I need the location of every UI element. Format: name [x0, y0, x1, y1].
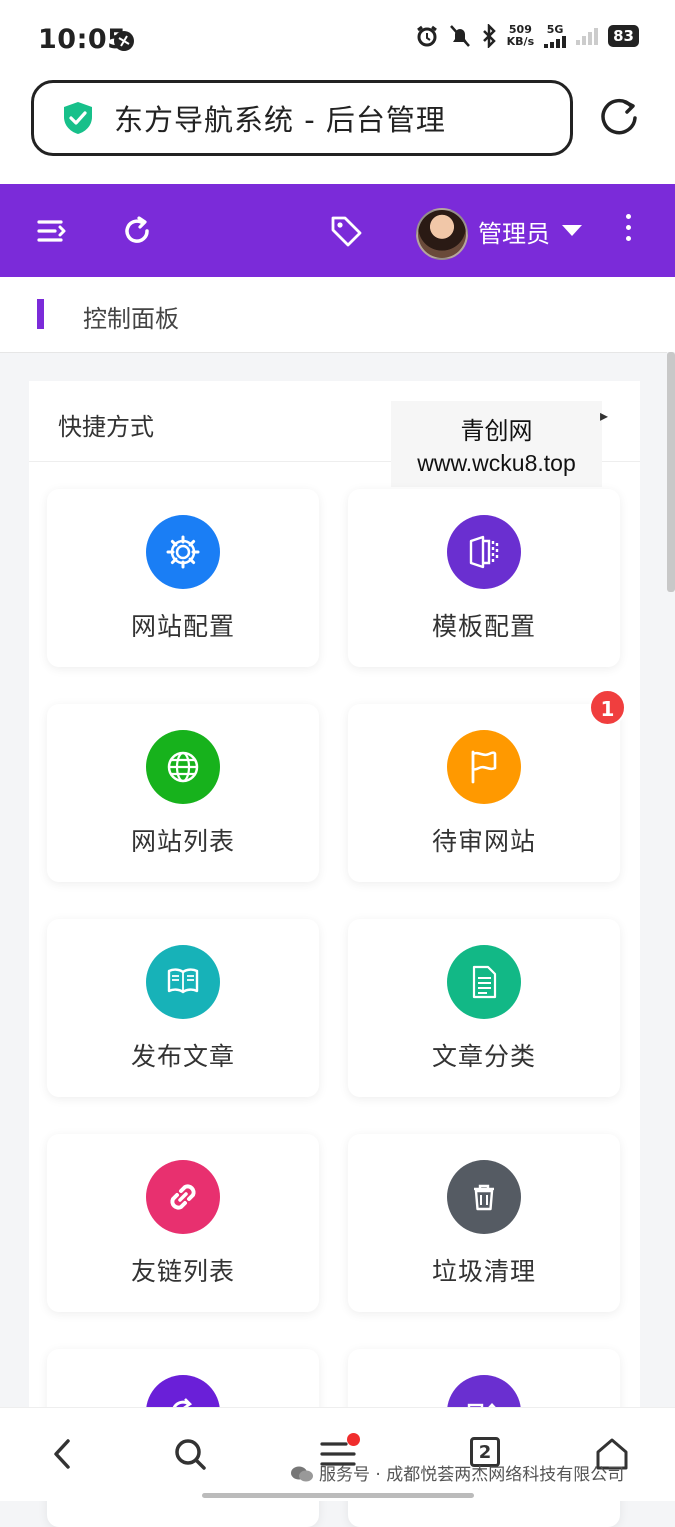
shortcut-label: 模板配置: [431, 612, 536, 641]
status-right: 509 KB/s 5G 83: [415, 24, 639, 48]
chevron-down-icon[interactable]: [562, 225, 582, 236]
refresh-icon[interactable]: [120, 214, 154, 248]
breadcrumb-marker: [37, 299, 44, 329]
document-icon: [447, 945, 521, 1019]
mute-bell-icon: [449, 25, 470, 47]
shortcut-pending-sites[interactable]: 待审网站: [348, 704, 620, 882]
globe-icon: [146, 730, 220, 804]
wechat-icon: [291, 1466, 313, 1482]
shortcut-label: 文章分类: [431, 1042, 536, 1071]
secure-shield-icon: [64, 102, 92, 134]
shortcut-label: 垃圾清理: [431, 1257, 536, 1286]
shortcut-website-list[interactable]: 网站列表: [47, 704, 319, 882]
footer-credit: 服务号 · 成都悦荟两杰网络科技有限公司: [290, 1460, 624, 1485]
battery-indicator: 83: [608, 25, 639, 47]
menu-toggle-icon[interactable]: [36, 214, 70, 248]
shortcut-label: 友链列表: [130, 1257, 235, 1286]
avatar[interactable]: [416, 208, 468, 260]
browser-bar: 东方导航系统 - 后台管理: [0, 80, 675, 184]
shortcut-article-category[interactable]: 文章分类: [348, 919, 620, 1097]
notification-badge: 1: [589, 689, 626, 726]
net-speed: 509 KB/s: [506, 23, 535, 48]
link-icon: [146, 1160, 220, 1234]
shortcut-template-config[interactable]: 模板配置: [348, 489, 620, 667]
shortcut-label: 发布文章: [130, 1042, 235, 1071]
bluetooth-icon: [482, 24, 496, 48]
status-bar: 10:05 509 KB/s 5G 83: [0, 0, 675, 80]
menu-notification-dot: [347, 1433, 360, 1446]
reload-icon[interactable]: [601, 98, 641, 138]
bottom-nav: [0, 1407, 675, 1501]
page-title: 东方导航系统 - 后台管理: [114, 103, 446, 137]
trash-icon: [447, 1160, 521, 1234]
shortcut-trash-cleanup[interactable]: 垃圾清理: [348, 1134, 620, 1312]
signal-5g: 5G: [544, 24, 567, 48]
shortcut-website-config[interactable]: 网站配置: [47, 489, 319, 667]
more-options-icon[interactable]: [626, 214, 634, 247]
gear-icon: [146, 515, 220, 589]
search-icon[interactable]: [172, 1436, 208, 1472]
vpn-icon: [114, 31, 134, 51]
breadcrumb-label[interactable]: 控制面板: [83, 299, 179, 334]
address-bar[interactable]: 东方导航系统 - 后台管理: [31, 80, 573, 156]
card-title: 快捷方式: [58, 413, 154, 441]
alarm-icon: [416, 25, 437, 47]
scrollbar-thumb[interactable]: [667, 352, 675, 592]
footer-credit-text: 服务号 · 成都悦荟两杰网络科技有限公司: [319, 1465, 625, 1485]
watermark-line2: www.wcku8.top: [417, 450, 576, 476]
flag-icon: [447, 730, 521, 804]
signal-icon: [576, 27, 599, 45]
tag-icon[interactable]: [329, 214, 363, 248]
admin-name[interactable]: 管理员: [478, 214, 550, 249]
home-indicator[interactable]: [202, 1493, 474, 1498]
card-tool-icon[interactable]: ▸: [600, 406, 608, 425]
watermark: 青创网 www.wcku8.top: [391, 401, 602, 487]
template-icon: [447, 515, 521, 589]
shortcut-publish-article[interactable]: 发布文章: [47, 919, 319, 1097]
breadcrumb: 控制面板: [0, 277, 675, 353]
shortcut-friend-links[interactable]: 友链列表: [47, 1134, 319, 1312]
shortcut-label: 待审网站: [431, 827, 536, 856]
book-icon: [146, 945, 220, 1019]
watermark-line1: 青创网: [460, 417, 533, 445]
back-icon[interactable]: [46, 1436, 82, 1472]
shortcut-label: 网站配置: [130, 612, 235, 641]
shortcut-label: 网站列表: [130, 827, 235, 856]
